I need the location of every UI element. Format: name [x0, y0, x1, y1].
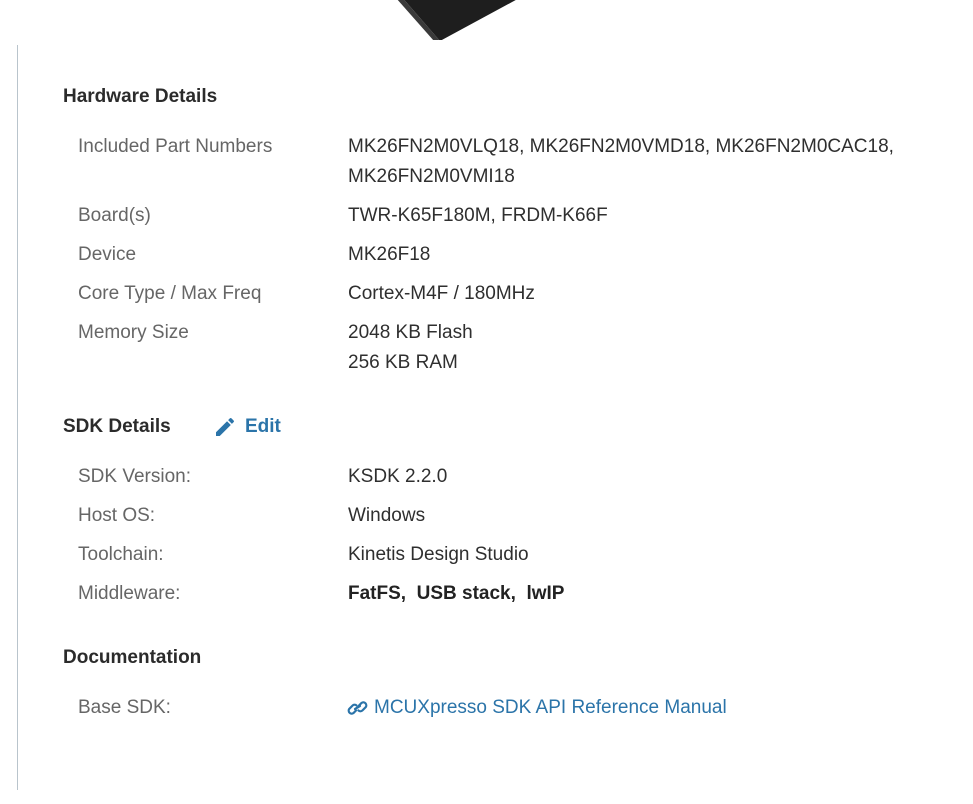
boards-value: TWR-K65F180M, FRDM-K66F	[348, 205, 608, 226]
base-sdk-label: Base SDK:	[78, 697, 171, 718]
middleware-item: FatFS,	[348, 583, 407, 604]
included-part-numbers-label: Included Part Numbers	[78, 136, 273, 157]
memory-ram-value: 256 KB RAM	[348, 352, 458, 373]
host-os-value: Windows	[348, 505, 426, 526]
memory-flash-value: 2048 KB Flash	[348, 322, 473, 343]
middleware-item: USB stack,	[416, 583, 516, 604]
device-value: MK26F18	[348, 244, 431, 265]
edit-sdk-button[interactable]: Edit	[213, 413, 281, 441]
boards-label: Board(s)	[78, 205, 151, 226]
sdk-version-value: KSDK 2.2.0	[348, 466, 448, 487]
device-label: Device	[78, 244, 137, 265]
middleware-item: lwIP	[526, 583, 565, 604]
api-reference-manual-link[interactable]: MCUXpresso SDK API Reference Manual	[346, 693, 727, 723]
api-reference-manual-link-text: MCUXpresso SDK API Reference Manual	[374, 697, 727, 718]
product-image	[397, 0, 516, 40]
documentation-heading: Documentation	[63, 647, 202, 668]
core-type-label: Core Type / Max Freq	[78, 283, 262, 304]
included-part-numbers-value-line2: MK26FN2M0VMI18	[348, 166, 515, 187]
left-divider	[17, 45, 18, 790]
sdk-details-heading: SDK Details	[63, 416, 171, 437]
hardware-details-heading: Hardware Details	[63, 86, 218, 107]
middleware-value: FatFS, USB stack, lwIP	[348, 579, 564, 609]
middleware-label: Middleware:	[78, 583, 181, 604]
core-type-value: Cortex-M4F / 180MHz	[348, 283, 535, 304]
host-os-label: Host OS:	[78, 505, 156, 526]
memory-size-label: Memory Size	[78, 322, 189, 343]
included-part-numbers-value-line1: MK26FN2M0VLQ18, MK26FN2M0VMD18, MK26FN2M…	[348, 136, 894, 157]
edit-label: Edit	[245, 416, 281, 437]
toolchain-value: Kinetis Design Studio	[348, 544, 529, 565]
sdk-version-label: SDK Version:	[78, 466, 191, 487]
toolchain-label: Toolchain:	[78, 544, 164, 565]
pencil-icon	[216, 417, 235, 436]
link-icon	[347, 701, 368, 715]
